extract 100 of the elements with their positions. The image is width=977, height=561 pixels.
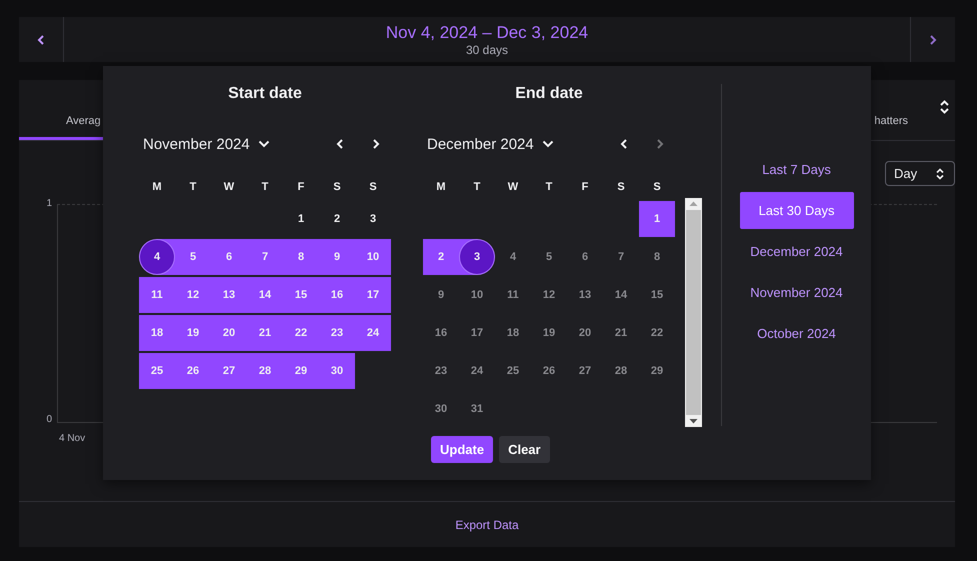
chevron-left-icon <box>37 34 45 44</box>
month-select[interactable]: December 2024 <box>423 136 554 152</box>
calendar-day[interactable]: 16 <box>423 315 459 351</box>
weekday-label: M <box>435 180 447 195</box>
calendar-day[interactable]: 25 <box>495 353 531 389</box>
calendar-day[interactable]: 11 <box>139 277 175 313</box>
up-down-chevron-icon <box>936 168 944 180</box>
calendar-day[interactable]: 13 <box>211 277 247 313</box>
calendar-day[interactable]: 28 <box>247 353 283 389</box>
calendar-day[interactable]: 9 <box>423 277 459 313</box>
weekday-label: F <box>580 180 590 195</box>
calendar-day[interactable]: 19 <box>175 315 211 351</box>
calendar-day[interactable]: 6 <box>211 239 247 275</box>
calendar-day[interactable]: 26 <box>175 353 211 389</box>
calendar-day[interactable]: 10 <box>459 277 495 313</box>
calendar-day[interactable]: 7 <box>603 239 639 275</box>
calendar-day[interactable]: 5 <box>175 239 211 275</box>
calendar-day[interactable]: 24 <box>355 315 391 351</box>
calendar-day[interactable]: 31 <box>459 391 495 427</box>
update-button[interactable]: Update <box>431 436 494 463</box>
weekday-label: S <box>332 180 342 195</box>
calendar-day[interactable]: 1 <box>283 201 319 237</box>
calendar-day[interactable]: 2 <box>319 201 355 237</box>
calendar-day[interactable]: 11 <box>495 277 531 313</box>
sort-icon <box>940 100 949 114</box>
calendar-day[interactable]: 23 <box>423 353 459 389</box>
calendar-day[interactable]: 20 <box>211 315 247 351</box>
chevron-down-icon <box>258 140 270 148</box>
calendar-day[interactable]: 16 <box>319 277 355 313</box>
date-range-title: Nov 4, 2024 – Dec 3, 2024 <box>386 22 588 42</box>
calendar-day[interactable]: 3 <box>355 201 391 237</box>
calendar-day[interactable]: 15 <box>283 277 319 313</box>
preset-option[interactable]: Last 7 Days <box>740 151 854 188</box>
calendar-heading: Start date <box>227 84 303 104</box>
x-axis-label: 4 Nov <box>58 433 86 444</box>
y-axis-label: 0 <box>46 414 52 426</box>
preset-option[interactable]: Last 30 Days <box>740 192 854 229</box>
calendar-day[interactable]: 4 <box>495 239 531 275</box>
calendar-day[interactable]: 10 <box>355 239 391 275</box>
calendar-day[interactable]: 12 <box>175 277 211 313</box>
calendar-day[interactable]: 1 <box>639 201 675 237</box>
weekday-label: W <box>222 180 236 195</box>
calendar-day[interactable]: 21 <box>247 315 283 351</box>
calendar-day[interactable]: 22 <box>283 315 319 351</box>
calendar-day[interactable]: 26 <box>531 353 567 389</box>
preset-option[interactable]: October 2024 <box>740 315 854 352</box>
chevron-right-icon <box>929 34 937 44</box>
calendar-day[interactable]: 8 <box>283 239 319 275</box>
calendar-day[interactable]: 6 <box>567 239 603 275</box>
chevron-left-icon <box>336 138 344 150</box>
chevron-right-icon <box>656 138 664 150</box>
export-data-button[interactable]: Export Data <box>455 518 519 532</box>
calendar-day[interactable]: 27 <box>567 353 603 389</box>
weekday-label: T <box>188 180 198 195</box>
calendar-day[interactable]: 27 <box>211 353 247 389</box>
calendar-day[interactable]: 24 <box>459 353 495 389</box>
calendar-day[interactable]: 13 <box>567 277 603 313</box>
calendar-day[interactable]: 25 <box>139 353 175 389</box>
calendar-day[interactable]: 15 <box>639 277 675 313</box>
weekday-label: T <box>544 180 554 195</box>
calendar-day[interactable]: 23 <box>319 315 355 351</box>
calendar-day[interactable]: 4 <box>139 239 175 275</box>
calendar-day[interactable]: 29 <box>639 353 675 389</box>
calendar-day[interactable]: 29 <box>283 353 319 389</box>
calendar-day[interactable]: 20 <box>567 315 603 351</box>
weekday-label: W <box>506 180 520 195</box>
chevron-right-icon <box>372 138 380 150</box>
calendar-day[interactable]: 5 <box>531 239 567 275</box>
weekday-label: F <box>296 180 306 195</box>
month-select[interactable]: November 2024 <box>139 136 270 152</box>
chevron-left-icon <box>620 138 628 150</box>
calendar-day[interactable]: 14 <box>603 277 639 313</box>
date-range-length: 30 days <box>466 42 508 56</box>
weekday-label: T <box>472 180 482 195</box>
stat-tab[interactable]: hatters <box>874 80 908 140</box>
calendar-heading: End date <box>514 84 584 104</box>
calendar-day[interactable]: 19 <box>531 315 567 351</box>
calendar-day[interactable]: 14 <box>247 277 283 313</box>
preset-option[interactable]: November 2024 <box>740 274 854 311</box>
interval-select[interactable]: Day <box>885 161 955 186</box>
calendar-day[interactable]: 8 <box>639 239 675 275</box>
calendar-day[interactable]: 21 <box>603 315 639 351</box>
calendar-day[interactable]: 18 <box>139 315 175 351</box>
calendar-day[interactable]: 30 <box>423 391 459 427</box>
chevron-down-icon <box>542 140 554 148</box>
calendar-day[interactable]: 12 <box>531 277 567 313</box>
calendar-day[interactable]: 28 <box>603 353 639 389</box>
weekday-label: M <box>151 180 163 195</box>
calendar-day[interactable]: 17 <box>355 277 391 313</box>
calendar-day[interactable]: 22 <box>639 315 675 351</box>
calendar-day[interactable]: 9 <box>319 239 355 275</box>
calendar-day[interactable]: 7 <box>247 239 283 275</box>
scrollbar[interactable] <box>685 198 702 427</box>
clear-button[interactable]: Clear <box>499 436 550 463</box>
preset-option[interactable]: December 2024 <box>740 233 854 270</box>
calendar-day[interactable]: 2 <box>423 239 459 275</box>
calendar-day[interactable]: 17 <box>459 315 495 351</box>
calendar-day[interactable]: 18 <box>495 315 531 351</box>
calendar-day[interactable]: 30 <box>319 353 355 389</box>
calendar-day[interactable]: 3 <box>459 239 495 275</box>
